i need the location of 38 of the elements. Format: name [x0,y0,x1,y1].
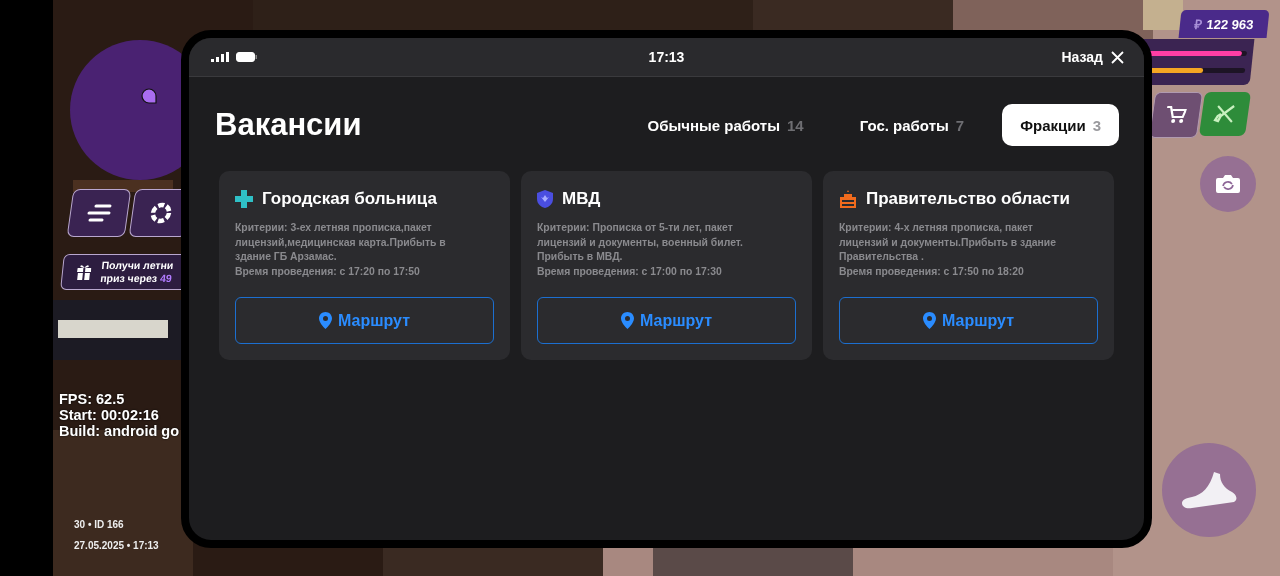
page-title: Вакансии [215,107,362,143]
criteria-text: Критерии: 3-ех летняя прописка,пакет лицензий,медицинская карта.Прибыть в здание ГБ Арзамас. [235,221,447,264]
route-button[interactable]: Маршрут [537,297,796,344]
map-pin-icon [319,312,332,329]
card-title: МВД [562,189,601,209]
money-badge: ₽ 122 963 [1178,10,1270,38]
menu-icon [85,204,113,222]
gift-text: Получи летни приз через 49 [99,259,175,285]
map-pin-icon [923,312,936,329]
battery-icon [236,52,257,62]
schedule-text: Время проведения: с 17:20 по 17:50 [235,264,421,279]
route-button[interactable]: Маршрут [839,297,1098,344]
debug-info: FPS: 62.5 Start: 00:02:16 Build: android go [59,391,179,439]
back-button[interactable]: Назад [1061,49,1124,65]
building-icon [839,190,857,208]
map-pin-icon [621,312,634,329]
shield-icon [537,190,553,208]
clock-time: 17:13 [648,49,685,65]
lifebuoy-icon [148,202,174,224]
medical-cross-icon [235,190,253,208]
criteria-text: Критерии: 4-х летняя прописка, пакет лицензий и документы.Прибыть в здание Правительства . [839,221,1058,264]
tab[interactable]: Обычные работы 14 [629,104,822,146]
player-marker-icon [141,88,157,104]
route-button[interactable]: Маршрут [235,297,494,344]
date-time: 27.05.2025 • 17:13 [74,540,159,551]
sneaker-icon [1180,470,1238,510]
signal-icon [211,52,229,62]
card-title: Правительство области [866,189,1071,209]
tab[interactable]: Фракции 3 [1002,104,1119,146]
tab[interactable]: Гос. работы 7 [841,104,983,146]
server-info: 30 • ID 166 [74,519,124,530]
card-title: Городская больница [262,189,437,209]
camera-rotate-icon [1215,174,1241,194]
criteria-text: Критерии: Прописка от 5-ти лет, пакет лицензий и документы, военный билет. Прибыть в МВД. [537,221,744,264]
gift-icon [76,264,92,280]
schedule-text: Время проведения: с 17:00 по 17:30 [537,264,723,279]
schedule-text: Время проведения: с 17:50 по 18:20 [839,264,1025,279]
close-icon [1111,50,1124,64]
